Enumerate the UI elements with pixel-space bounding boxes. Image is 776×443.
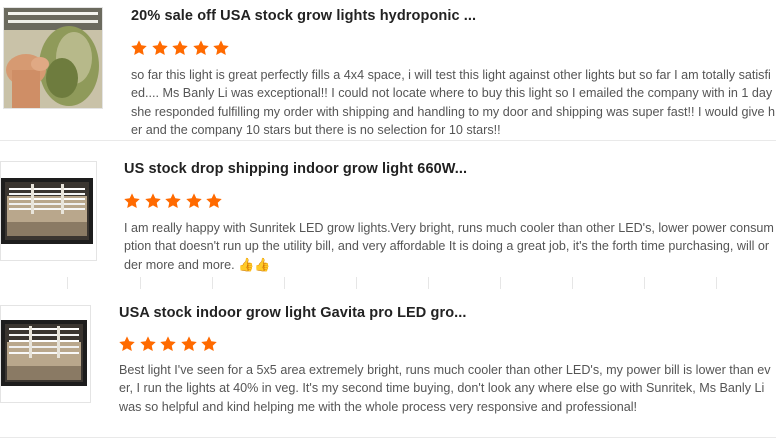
star-icon (205, 192, 223, 210)
star-icon (212, 39, 230, 57)
review-text: I am really happy with Sunritek LED grow… (124, 221, 774, 272)
star-icon (200, 335, 218, 353)
review-card: USA stock indoor grow light Gavita pro L… (0, 301, 776, 443)
review-text: Best light I've seen for a 5x5 area extr… (119, 363, 771, 414)
review-product-title[interactable]: 20% sale off USA stock grow lights hydro… (131, 8, 476, 24)
review-divider (0, 437, 776, 438)
star-icon (123, 192, 141, 210)
rating-stars (118, 335, 221, 353)
star-icon (180, 335, 198, 353)
star-icon (151, 39, 169, 57)
review-product-title[interactable]: USA stock indoor grow light Gavita pro L… (119, 305, 467, 321)
separator-ticks (0, 277, 776, 289)
thumbs-up-icon: 👍👍 (238, 256, 271, 272)
star-icon (159, 335, 177, 353)
star-icon (118, 335, 136, 353)
review-thumbnail[interactable] (3, 7, 103, 109)
star-icon (130, 39, 148, 57)
review-thumbnail[interactable] (0, 161, 97, 261)
star-icon (144, 192, 162, 210)
star-icon (139, 335, 157, 353)
star-icon (185, 192, 203, 210)
review-card: 20% sale off USA stock grow lights hydro… (0, 0, 776, 140)
review-thumbnail[interactable] (0, 305, 91, 403)
star-icon (171, 39, 189, 57)
rating-stars (130, 39, 233, 57)
review-text: so far this light is great perfectly fil… (131, 68, 776, 137)
rating-stars (123, 192, 226, 210)
star-icon (164, 192, 182, 210)
star-icon (192, 39, 210, 57)
review-product-title[interactable]: US stock drop shipping indoor grow light… (124, 161, 467, 177)
